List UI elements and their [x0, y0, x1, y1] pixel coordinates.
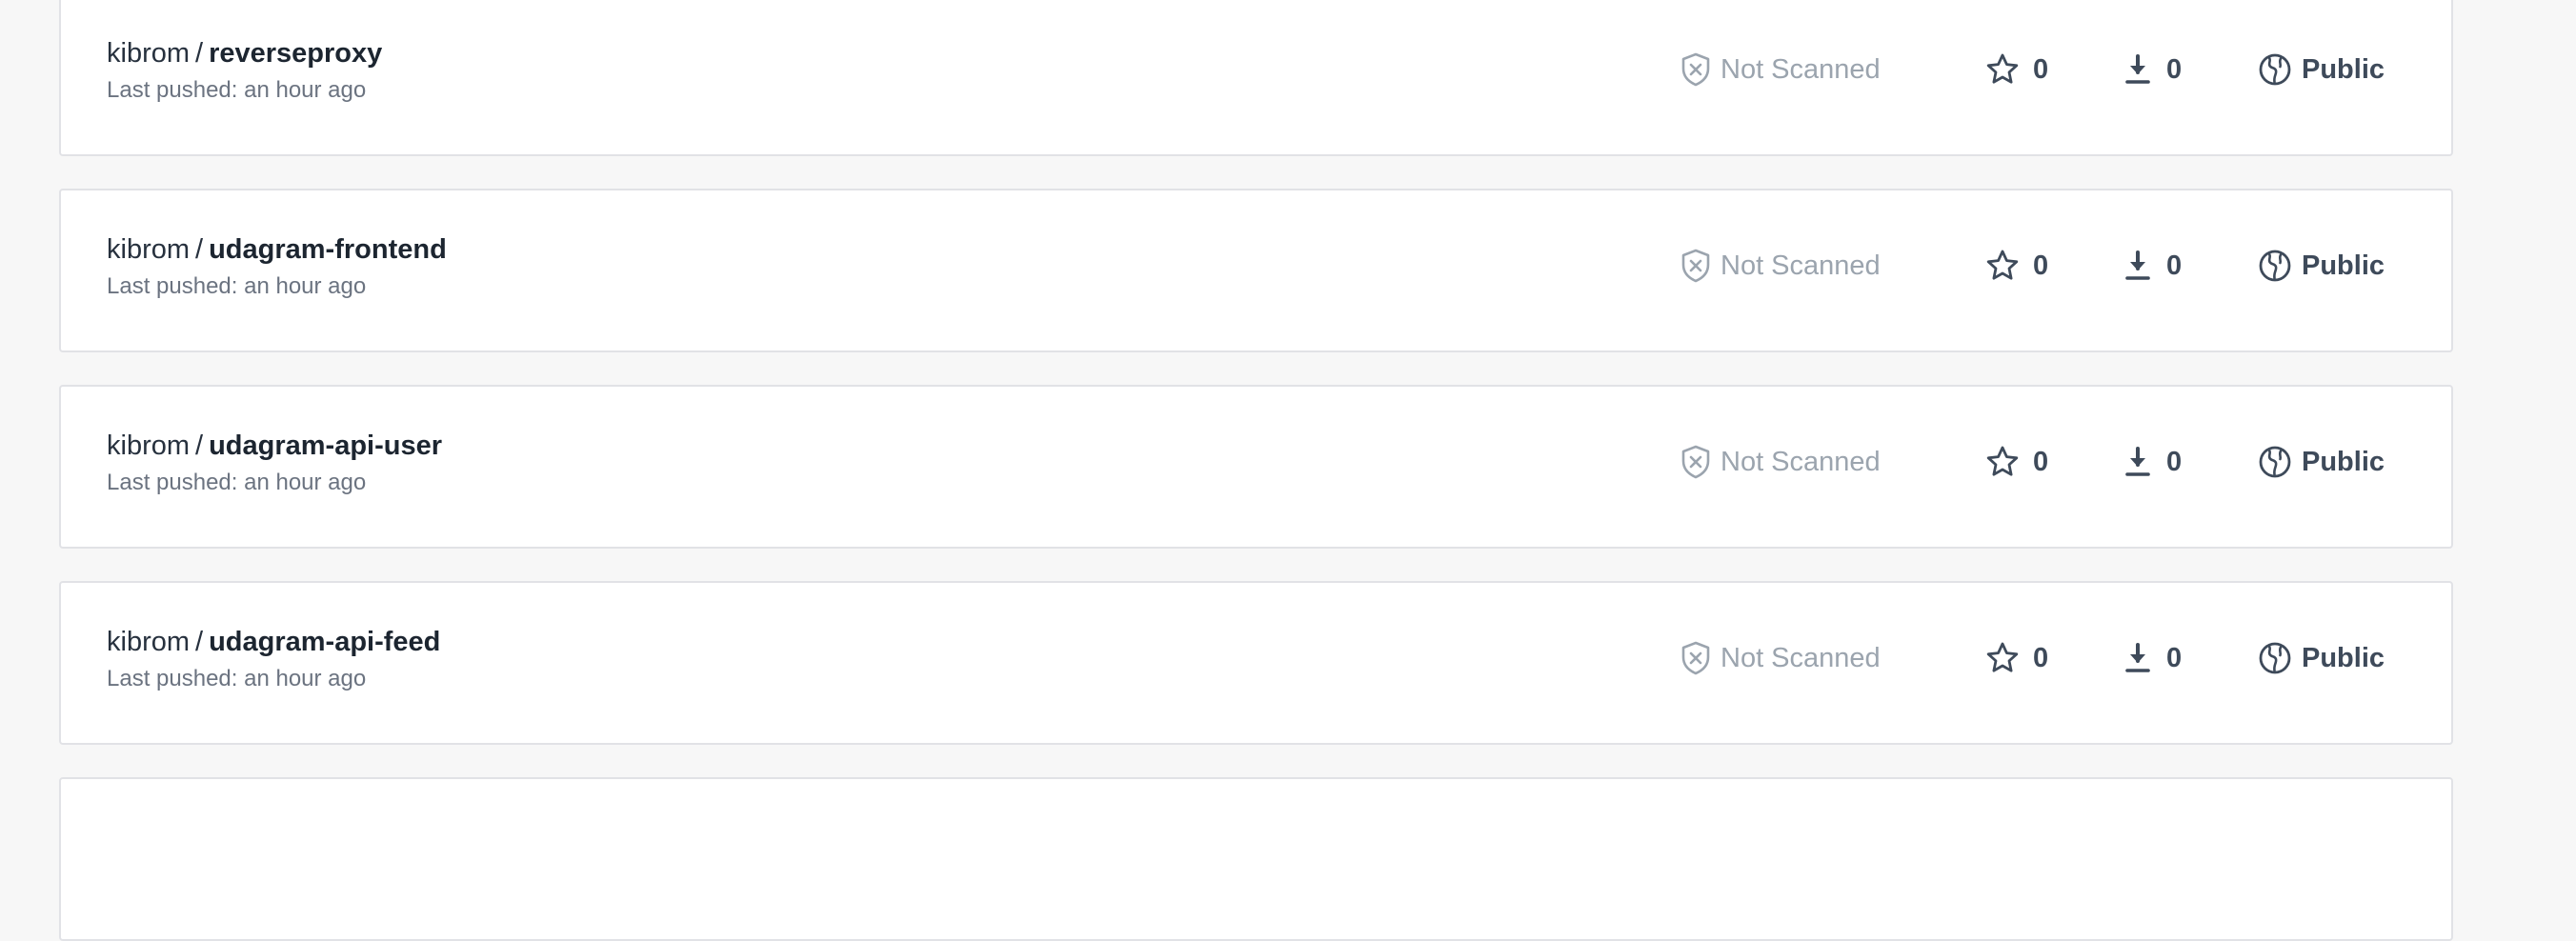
visibility-label: Public: [2302, 53, 2385, 85]
repository-card[interactable]: kibrom / udagram-api-feed Last pushed: an …: [59, 581, 2453, 745]
last-pushed-text: Last pushed: an hour ago: [107, 77, 367, 103]
download-icon: [2125, 54, 2150, 84]
download-icon: [2125, 447, 2150, 476]
visibility-status: Public: [2258, 50, 2385, 89]
globe-icon: [2259, 446, 2291, 478]
star-count-value: 0: [2033, 642, 2049, 673]
scan-status: Not Scanned: [1680, 247, 1881, 285]
last-pushed-text: Last pushed: an hour ago: [107, 470, 367, 495]
repository-name: reverseproxy: [209, 38, 383, 69]
namespace-separator: /: [195, 430, 204, 461]
star-icon: [1986, 250, 2019, 280]
pull-count: 0: [2124, 50, 2182, 89]
star-count: 0: [1985, 247, 2048, 285]
scan-status-label: Not Scanned: [1721, 446, 1881, 477]
repository-name: udagram-api-user: [209, 430, 443, 461]
repository-card[interactable]: [59, 777, 2453, 941]
star-icon: [1986, 53, 2019, 84]
star-icon: [1986, 642, 2019, 672]
pull-count: 0: [2124, 443, 2182, 481]
globe-icon: [2259, 250, 2291, 282]
shield-x-icon: [1681, 641, 1710, 675]
scan-status: Not Scanned: [1680, 639, 1881, 677]
shield-x-icon: [1681, 52, 1710, 87]
repository-title[interactable]: kibrom / udagram-frontend: [107, 232, 447, 267]
star-count: 0: [1985, 443, 2048, 481]
repository-namespace: kibrom: [107, 234, 191, 265]
repository-title[interactable]: kibrom / reverseproxy: [107, 36, 382, 70]
repository-namespace: kibrom: [107, 430, 191, 461]
visibility-status: Public: [2258, 247, 2385, 285]
download-icon: [2125, 643, 2150, 672]
repository-name: udagram-frontend: [209, 234, 447, 265]
repository-card[interactable]: kibrom / udagram-frontend Last pushed: an …: [59, 189, 2453, 352]
pull-count-value: 0: [2166, 642, 2183, 673]
repository-card[interactable]: kibrom / reverseproxy Last pushed: an hour…: [59, 0, 2453, 156]
repository-name: udagram-api-feed: [209, 627, 441, 657]
repository-title[interactable]: kibrom / udagram-api-user: [107, 429, 442, 463]
visibility-label: Public: [2302, 446, 2385, 477]
globe-icon: [2259, 642, 2291, 674]
star-icon: [1986, 446, 2019, 476]
scan-status: Not Scanned: [1680, 443, 1881, 481]
repository-card[interactable]: kibrom / udagram-api-user Last pushed: an …: [59, 385, 2453, 549]
globe-icon: [2259, 53, 2291, 86]
shield-x-icon: [1681, 445, 1710, 479]
shield-x-icon: [1681, 249, 1710, 283]
star-count-value: 0: [2033, 250, 2049, 281]
last-pushed-text: Last pushed: an hour ago: [107, 273, 367, 299]
scan-status-label: Not Scanned: [1721, 642, 1881, 673]
visibility-status: Public: [2258, 443, 2385, 481]
star-count: 0: [1985, 639, 2048, 677]
star-count-value: 0: [2033, 53, 2049, 85]
pull-count-value: 0: [2166, 446, 2183, 477]
download-icon: [2125, 250, 2150, 280]
scan-status: Not Scanned: [1680, 50, 1881, 89]
star-count: 0: [1985, 50, 2048, 89]
visibility-status: Public: [2258, 639, 2385, 677]
namespace-separator: /: [195, 38, 204, 69]
pull-count-value: 0: [2166, 250, 2183, 281]
scan-status-label: Not Scanned: [1721, 53, 1881, 85]
repository-namespace: kibrom: [107, 38, 191, 69]
last-pushed-text: Last pushed: an hour ago: [107, 666, 367, 691]
star-count-value: 0: [2033, 446, 2049, 477]
namespace-separator: /: [195, 234, 204, 265]
visibility-label: Public: [2302, 642, 2385, 673]
visibility-label: Public: [2302, 250, 2385, 281]
namespace-separator: /: [195, 627, 204, 657]
repository-title[interactable]: kibrom / udagram-api-feed: [107, 625, 440, 659]
scan-status-label: Not Scanned: [1721, 250, 1881, 281]
repository-namespace: kibrom: [107, 627, 191, 657]
pull-count-value: 0: [2166, 53, 2183, 85]
pull-count: 0: [2124, 247, 2182, 285]
pull-count: 0: [2124, 639, 2182, 677]
